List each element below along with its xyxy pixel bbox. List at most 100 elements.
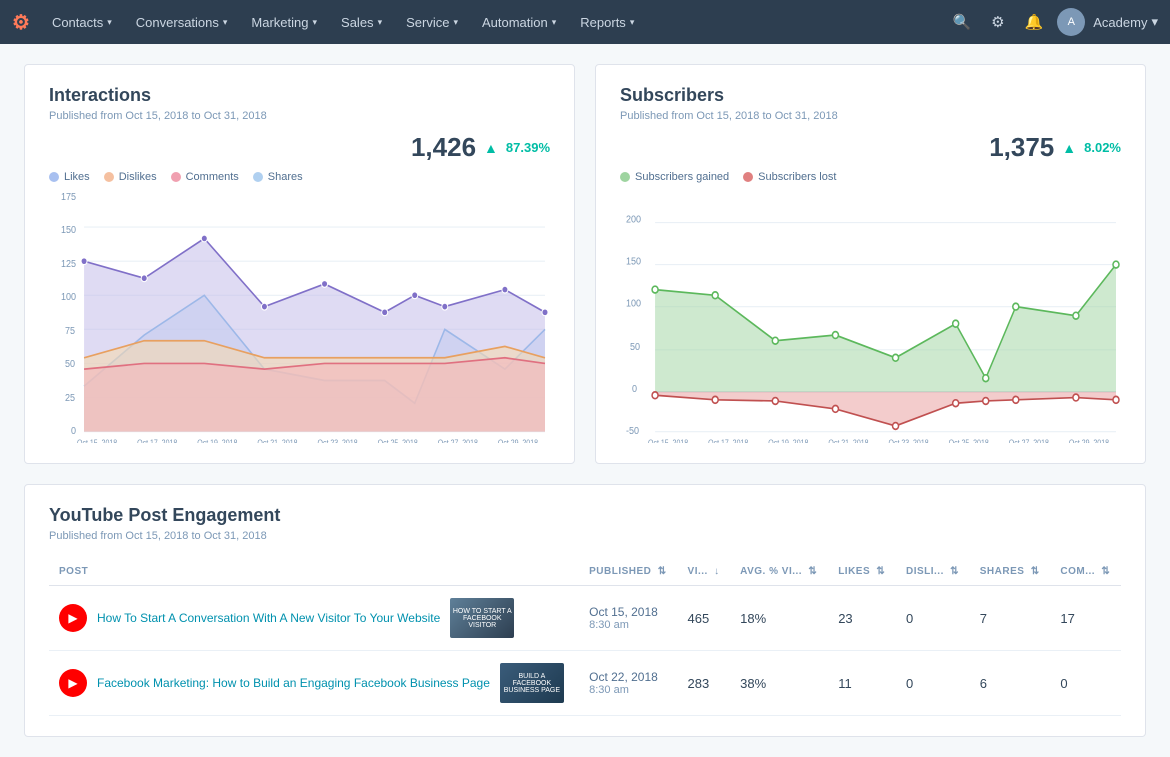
svg-text:Oct 19, 2018: Oct 19, 2018 bbox=[768, 438, 808, 443]
nav-service[interactable]: Service ▾ bbox=[396, 0, 468, 44]
chevron-down-icon: ▾ bbox=[1151, 14, 1158, 30]
legend-likes: Likes bbox=[49, 171, 90, 183]
notifications-icon[interactable]: 🔔 bbox=[1019, 13, 1050, 31]
col-post: POST bbox=[49, 558, 579, 586]
trend-up-icon: ▲ bbox=[1062, 140, 1076, 156]
sort-icon: ⇅ bbox=[1101, 566, 1110, 577]
subscribers-title: Subscribers bbox=[620, 85, 1121, 106]
shares-1: 7 bbox=[970, 586, 1051, 651]
top-navigation: ⚙ Contacts ▾ Conversations ▾ Marketing ▾… bbox=[0, 0, 1170, 44]
subscribers-value: 1,375 bbox=[989, 132, 1054, 163]
legend-dislikes: Dislikes bbox=[104, 171, 157, 183]
interactions-change: 87.39% bbox=[506, 140, 550, 155]
post-thumbnail-2: BUILD A FACEBOOK BUSINESS PAGE bbox=[500, 663, 564, 703]
subscribers-legend: Subscribers gained Subscribers lost bbox=[620, 171, 1121, 183]
table-row: ▶ Facebook Marketing: How to Build an En… bbox=[49, 651, 1121, 716]
thumb-text-1: HOW TO START A FACEBOOK VISITOR bbox=[450, 598, 514, 638]
thumb-text-2: BUILD A FACEBOOK BUSINESS PAGE bbox=[500, 663, 564, 703]
views-1: 465 bbox=[678, 586, 731, 651]
sort-icon: ⇅ bbox=[876, 566, 885, 577]
comments-2: 0 bbox=[1050, 651, 1121, 716]
svg-text:0: 0 bbox=[632, 383, 637, 395]
likes-dot bbox=[49, 172, 59, 182]
sort-icon: ↓ bbox=[714, 566, 720, 577]
user-menu[interactable]: Academy ▾ bbox=[1093, 14, 1158, 30]
svg-text:Oct 23, 2018: Oct 23, 2018 bbox=[318, 438, 358, 443]
shares-dot bbox=[253, 172, 263, 182]
nav-sales[interactable]: Sales ▾ bbox=[331, 0, 392, 44]
sort-icon: ⇅ bbox=[1031, 566, 1040, 577]
youtube-icon: ▶ bbox=[59, 604, 87, 632]
youtube-icon: ▶ bbox=[59, 669, 87, 697]
youtube-title: YouTube Post Engagement bbox=[49, 505, 1121, 526]
nav-reports[interactable]: Reports ▾ bbox=[570, 0, 644, 44]
col-dislikes[interactable]: DISLI... ⇅ bbox=[896, 558, 970, 586]
svg-text:Oct 21, 2018: Oct 21, 2018 bbox=[828, 438, 868, 443]
chevron-down-icon: ▾ bbox=[313, 17, 318, 28]
nav-marketing[interactable]: Marketing ▾ bbox=[241, 0, 327, 44]
svg-text:50: 50 bbox=[65, 358, 75, 370]
svg-text:Oct 23, 2018: Oct 23, 2018 bbox=[889, 438, 929, 443]
legend-comments: Comments bbox=[171, 171, 239, 183]
sort-icon: ⇅ bbox=[658, 566, 667, 577]
col-avg-vi[interactable]: AVG. % VI... ⇅ bbox=[730, 558, 828, 586]
nav-right-section: 🔍 ⚙ 🔔 A Academy ▾ bbox=[946, 8, 1158, 36]
chevron-down-icon: ▾ bbox=[223, 17, 228, 28]
col-views[interactable]: VI... ↓ bbox=[678, 558, 731, 586]
interactions-title: Interactions bbox=[49, 85, 550, 106]
svg-text:200: 200 bbox=[626, 214, 641, 226]
interactions-value: 1,426 bbox=[411, 132, 476, 163]
published-2: Oct 22, 2018 8:30 am bbox=[579, 651, 677, 716]
gained-dot bbox=[620, 172, 630, 182]
nav-contacts[interactable]: Contacts ▾ bbox=[42, 0, 122, 44]
settings-icon[interactable]: ⚙ bbox=[985, 13, 1010, 31]
svg-text:Oct 25, 2018: Oct 25, 2018 bbox=[378, 438, 418, 443]
subscribers-card: Subscribers Published from Oct 15, 2018 … bbox=[595, 64, 1146, 464]
table-row: ▶ How To Start A Conversation With A New… bbox=[49, 586, 1121, 651]
trend-up-icon: ▲ bbox=[484, 140, 498, 156]
interactions-legend: Likes Dislikes Comments Shares bbox=[49, 171, 550, 183]
likes-1: 23 bbox=[828, 586, 896, 651]
charts-row: Interactions Published from Oct 15, 2018… bbox=[24, 64, 1146, 464]
svg-text:Oct 21, 2018: Oct 21, 2018 bbox=[257, 438, 297, 443]
col-comments[interactable]: COM... ⇅ bbox=[1050, 558, 1121, 586]
post-link-2[interactable]: Facebook Marketing: How to Build an Enga… bbox=[97, 676, 490, 690]
col-shares[interactable]: SHARES ⇅ bbox=[970, 558, 1051, 586]
youtube-section: YouTube Post Engagement Published from O… bbox=[24, 484, 1146, 737]
nav-conversations[interactable]: Conversations ▾ bbox=[126, 0, 238, 44]
avatar[interactable]: A bbox=[1057, 8, 1085, 36]
youtube-subtitle: Published from Oct 15, 2018 to Oct 31, 2… bbox=[49, 530, 1121, 542]
col-likes[interactable]: LIKES ⇅ bbox=[828, 558, 896, 586]
legend-gained: Subscribers gained bbox=[620, 171, 729, 183]
sort-icon: ⇅ bbox=[950, 566, 959, 577]
main-content: Interactions Published from Oct 15, 2018… bbox=[0, 44, 1170, 757]
svg-text:Oct 29, 2018: Oct 29, 2018 bbox=[1069, 438, 1109, 443]
svg-text:100: 100 bbox=[61, 291, 76, 303]
post-link-1[interactable]: How To Start A Conversation With A New V… bbox=[97, 611, 440, 625]
svg-text:-50: -50 bbox=[626, 425, 639, 437]
svg-text:150: 150 bbox=[626, 256, 641, 268]
shares-2: 6 bbox=[970, 651, 1051, 716]
nav-automation[interactable]: Automation ▾ bbox=[472, 0, 566, 44]
post-cell-2: ▶ Facebook Marketing: How to Build an En… bbox=[49, 651, 579, 716]
svg-text:Oct 27, 2018: Oct 27, 2018 bbox=[438, 438, 478, 443]
hubspot-logo: ⚙ bbox=[12, 10, 30, 35]
svg-text:75: 75 bbox=[65, 325, 75, 337]
svg-text:Oct 15, 2018: Oct 15, 2018 bbox=[648, 438, 688, 443]
col-published[interactable]: PUBLISHED ⇅ bbox=[579, 558, 677, 586]
youtube-table: POST PUBLISHED ⇅ VI... ↓ AVG. % VI... ⇅ bbox=[49, 558, 1121, 716]
dislikes-dot bbox=[104, 172, 114, 182]
search-icon[interactable]: 🔍 bbox=[946, 13, 977, 31]
svg-text:Oct 17, 2018: Oct 17, 2018 bbox=[708, 438, 748, 443]
post-thumbnail-1: HOW TO START A FACEBOOK VISITOR bbox=[450, 598, 514, 638]
subscribers-metric: 1,375 ▲ 8.02% bbox=[620, 132, 1121, 163]
table-header-row: POST PUBLISHED ⇅ VI... ↓ AVG. % VI... ⇅ bbox=[49, 558, 1121, 586]
comments-dot bbox=[171, 172, 181, 182]
lost-dot bbox=[743, 172, 753, 182]
interactions-chart: 0 25 50 75 100 125 150 175 bbox=[49, 193, 550, 443]
post-cell-1: ▶ How To Start A Conversation With A New… bbox=[49, 586, 579, 651]
published-1: Oct 15, 2018 8:30 am bbox=[579, 586, 677, 651]
chevron-down-icon: ▾ bbox=[378, 17, 383, 28]
comments-1: 17 bbox=[1050, 586, 1121, 651]
svg-text:Oct 25, 2018: Oct 25, 2018 bbox=[949, 438, 989, 443]
